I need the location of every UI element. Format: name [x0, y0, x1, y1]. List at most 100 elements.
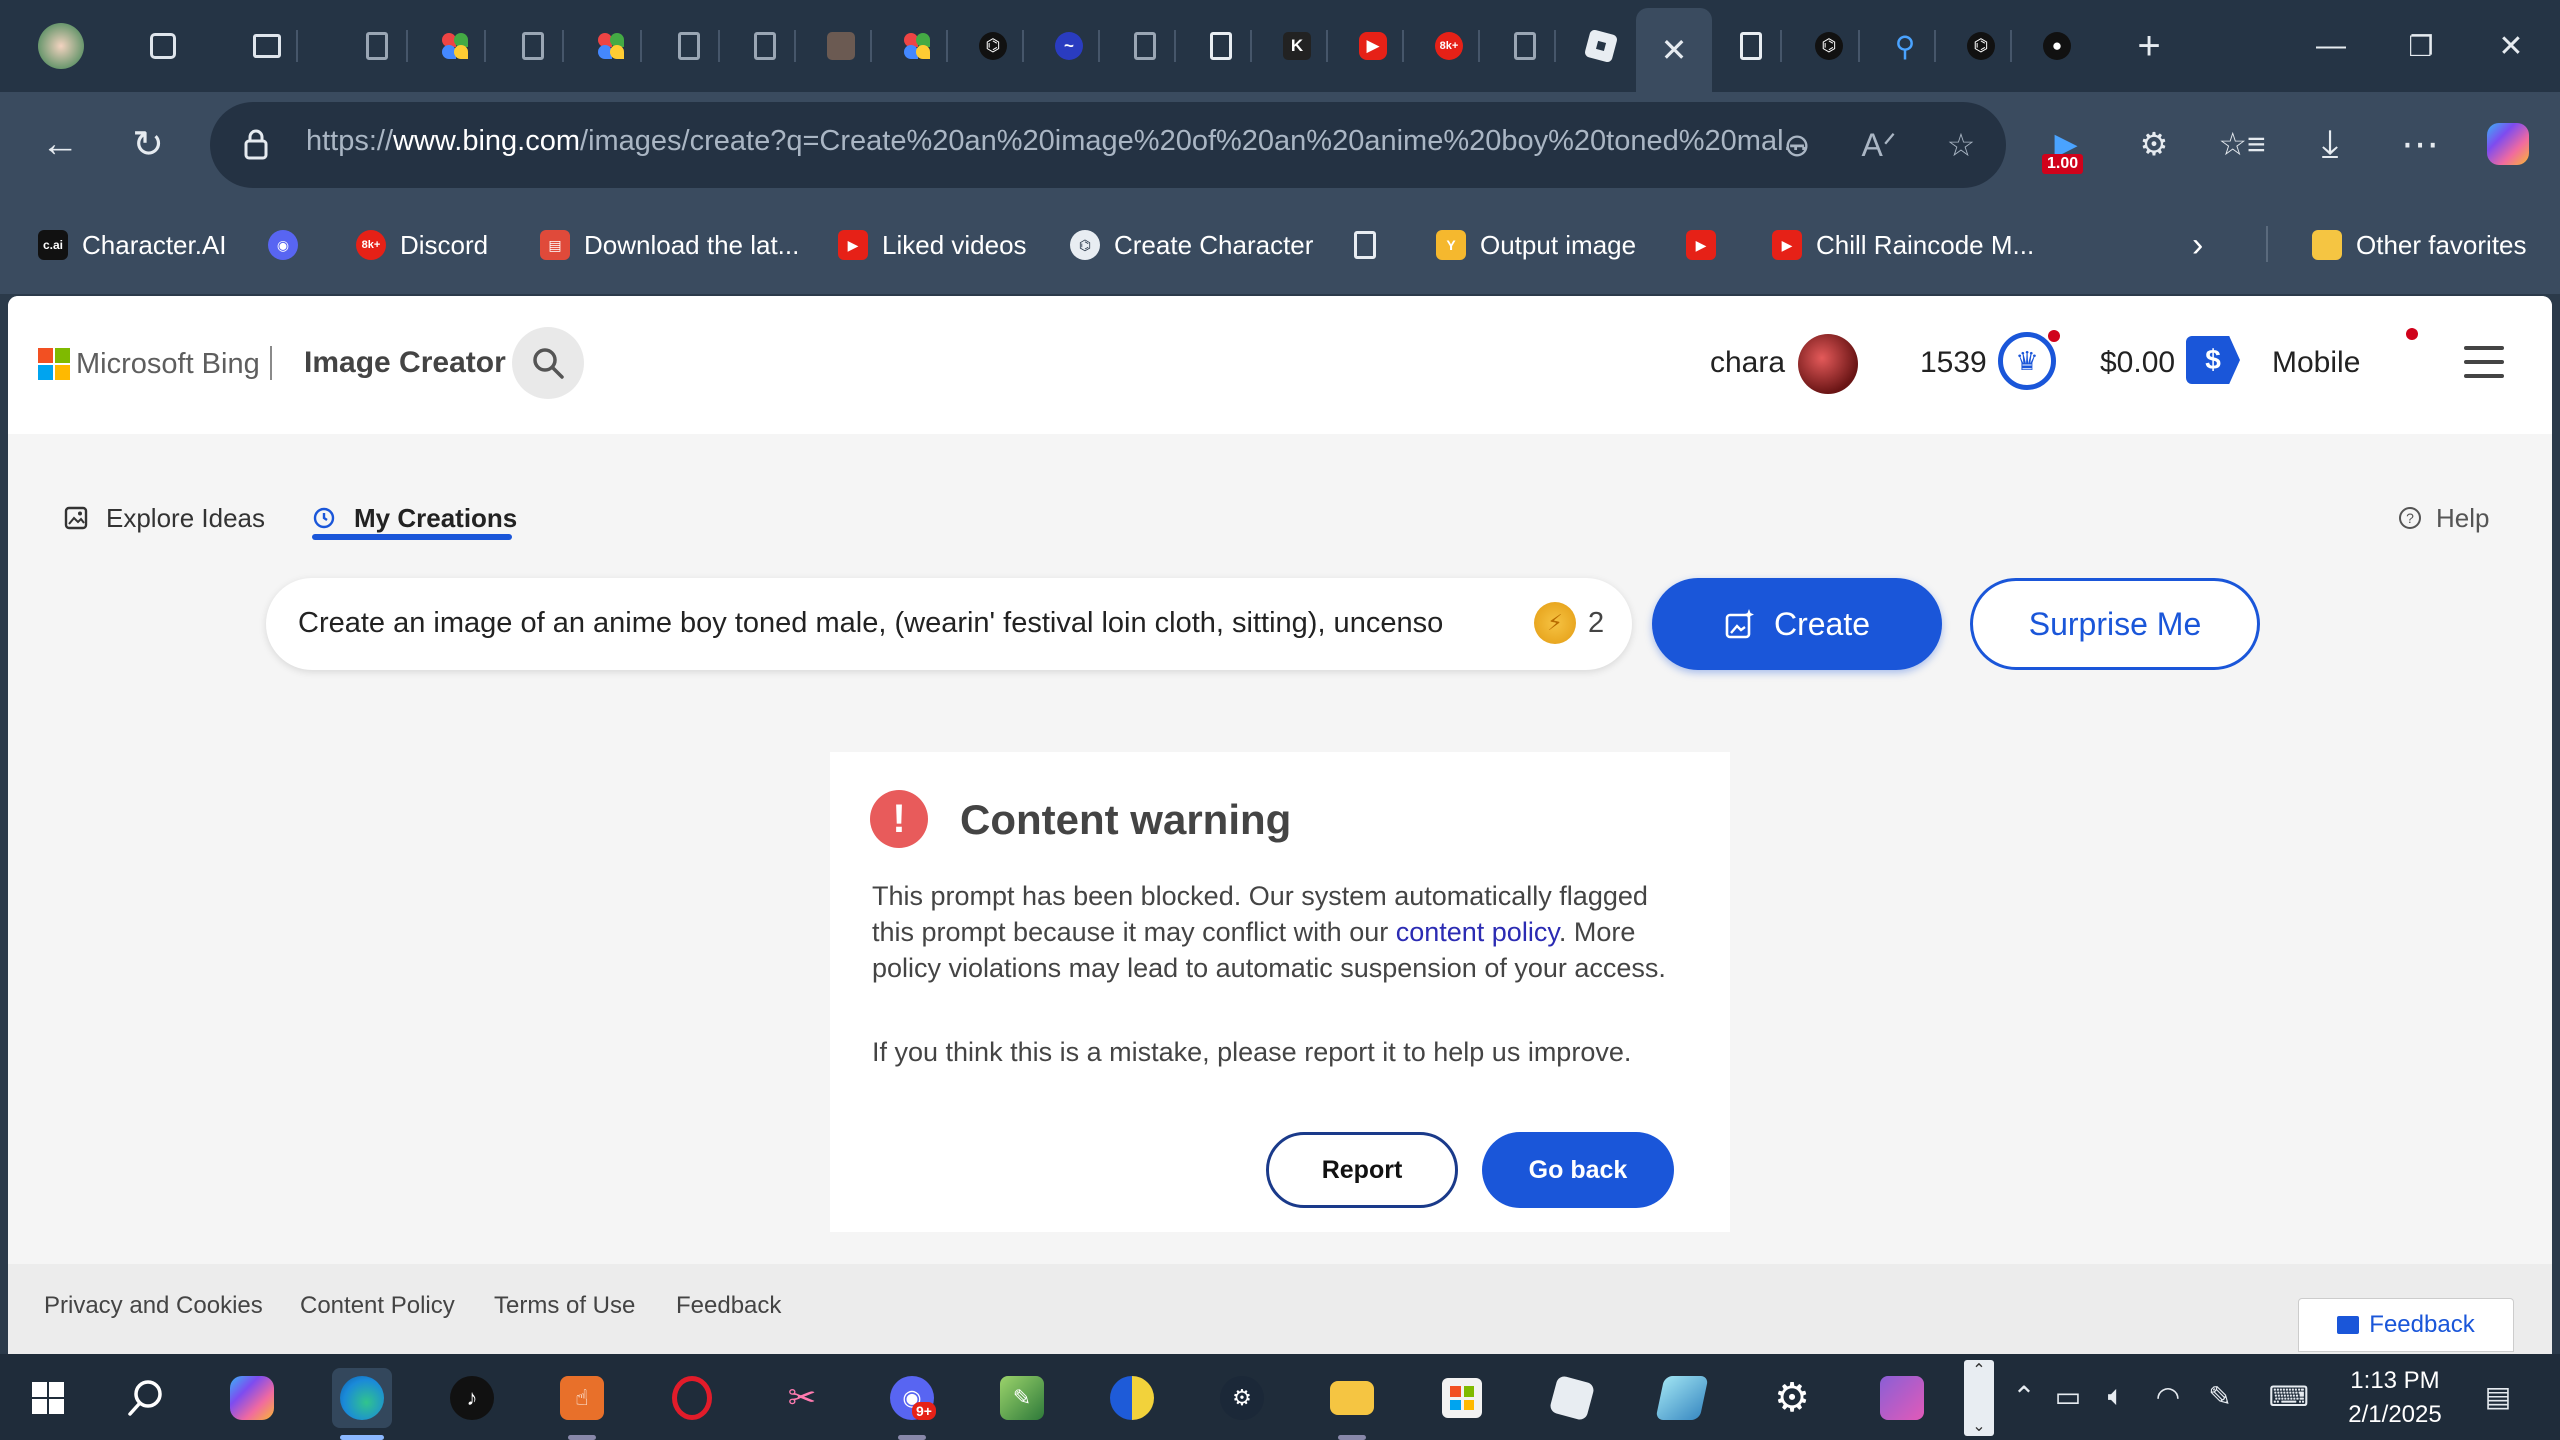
- fav-liked-videos[interactable]: ▶ Liked videos: [838, 222, 1027, 268]
- extensions-button[interactable]: ⚙: [2124, 114, 2184, 174]
- tray-overflow-icon[interactable]: ⌃: [2004, 1376, 2044, 1416]
- tab-15[interactable]: 8k+: [1420, 20, 1480, 72]
- taskbar-clicker[interactable]: ☝: [552, 1368, 612, 1440]
- tab-12[interactable]: [1192, 20, 1252, 72]
- more-button[interactable]: ⋯: [2390, 114, 2450, 174]
- rewards-points[interactable]: 1539: [1920, 346, 1987, 380]
- taskbar-search-button[interactable]: [116, 1368, 176, 1428]
- favorite-star-icon[interactable]: ☆: [1938, 122, 1984, 168]
- read-aloud-icon[interactable]: Aᐟ: [1856, 122, 1902, 168]
- help-link[interactable]: ? Help: [2398, 496, 2489, 540]
- tab-21[interactable]: ⚲: [1876, 20, 1936, 72]
- footer-feedback-link[interactable]: Feedback: [676, 1292, 781, 1320]
- tab-4[interactable]: [582, 20, 642, 72]
- vertical-tabs-button[interactable]: [238, 20, 298, 72]
- tab-16[interactable]: [1496, 20, 1556, 72]
- trophy-icon[interactable]: ♛: [1998, 332, 2056, 390]
- tab-11[interactable]: [1116, 20, 1176, 72]
- tab-19[interactable]: [1722, 20, 1782, 72]
- fav-discord-icon-only[interactable]: ◉: [268, 222, 298, 268]
- user-name[interactable]: chara: [1710, 346, 1785, 380]
- fav-create-character[interactable]: ⌬ Create Character: [1070, 222, 1313, 268]
- fav-output-image[interactable]: Y Output image: [1436, 222, 1636, 268]
- fav-overflow-button[interactable]: ›: [2192, 222, 2203, 268]
- favorites-button[interactable]: ☆≡: [2212, 114, 2272, 174]
- battery-icon[interactable]: ▭: [2048, 1376, 2088, 1416]
- downloads-button[interactable]: ⤓: [2300, 114, 2360, 174]
- tab-14[interactable]: ▶: [1344, 20, 1404, 72]
- start-button[interactable]: [18, 1368, 78, 1428]
- fav-other-favorites[interactable]: Other favorites: [2312, 222, 2527, 268]
- header-search-button[interactable]: [512, 327, 584, 399]
- taskbar-file-explorer[interactable]: [1322, 1368, 1382, 1440]
- extension-button[interactable]: ▶ 1.00: [2036, 114, 2096, 174]
- taskbar-anime-app[interactable]: [1872, 1368, 1932, 1428]
- boost-icon[interactable]: ⚡: [1534, 602, 1576, 644]
- tab-2[interactable]: [426, 20, 486, 72]
- footer-privacy-link[interactable]: Privacy and Cookies: [44, 1292, 263, 1320]
- tab-23[interactable]: ●: [2028, 20, 2086, 72]
- surprise-me-button[interactable]: Surprise Me: [1970, 578, 2260, 670]
- wifi-icon[interactable]: ◠: [2148, 1376, 2188, 1416]
- taskbar-scroll[interactable]: ⌃ ⌄: [1964, 1360, 1994, 1436]
- taskbar-steam[interactable]: ⚙: [1212, 1368, 1272, 1428]
- dollar-icon[interactable]: $: [2186, 336, 2240, 384]
- avatar[interactable]: [1798, 334, 1858, 394]
- tab-explore-ideas[interactable]: Explore Ideas: [64, 496, 265, 540]
- tab-1[interactable]: [348, 20, 408, 72]
- fav-character-ai[interactable]: c.ai Character.AI: [38, 222, 227, 268]
- footer-terms-link[interactable]: Terms of Use: [494, 1292, 635, 1320]
- tab-13[interactable]: K: [1268, 20, 1328, 72]
- clock[interactable]: 1:13 PM 2/1/2025: [2330, 1364, 2460, 1432]
- restore-button[interactable]: ❐: [2376, 20, 2466, 72]
- brand-name[interactable]: Microsoft Bing: [76, 348, 260, 381]
- refresh-button[interactable]: ↻: [118, 114, 178, 174]
- tab-9[interactable]: ⌬: [964, 20, 1024, 72]
- taskbar-photos[interactable]: ✎: [992, 1368, 1052, 1428]
- taskbar-copilot[interactable]: [222, 1368, 282, 1428]
- taskbar-discord[interactable]: ◉ 9+: [882, 1368, 942, 1440]
- prompt-input[interactable]: Create an image of an anime boy toned ma…: [266, 578, 1632, 670]
- tab-17[interactable]: ■: [1572, 20, 1630, 72]
- taskbar-store[interactable]: [1432, 1368, 1492, 1428]
- fav-discord[interactable]: 8k+ Discord: [356, 222, 488, 268]
- taskbar-roblox[interactable]: [1542, 1368, 1602, 1428]
- tab-active[interactable]: ✕: [1636, 8, 1712, 92]
- feedback-button[interactable]: Feedback: [2298, 1298, 2514, 1352]
- new-tab-button[interactable]: +: [2120, 20, 2178, 72]
- tab-20[interactable]: ⌬: [1800, 20, 1860, 72]
- app-name[interactable]: Image Creator: [304, 346, 506, 380]
- close-tab-icon[interactable]: ✕: [1661, 31, 1688, 69]
- tab-6[interactable]: [736, 20, 796, 72]
- create-button[interactable]: Create: [1652, 578, 1942, 670]
- copilot-button[interactable]: [2478, 114, 2538, 174]
- tab-10[interactable]: ~: [1040, 20, 1100, 72]
- taskbar-snipping-tool[interactable]: ✂: [772, 1368, 832, 1428]
- tab-3[interactable]: [504, 20, 564, 72]
- back-button[interactable]: ←: [30, 114, 90, 174]
- go-back-button[interactable]: Go back: [1482, 1132, 1674, 1208]
- content-policy-link[interactable]: content policy: [1396, 917, 1559, 947]
- zoom-icon[interactable]: ⊖: [1774, 122, 1820, 168]
- tab-7[interactable]: [812, 20, 872, 72]
- tab-5[interactable]: [660, 20, 720, 72]
- minimize-button[interactable]: —: [2286, 20, 2376, 72]
- money-balance[interactable]: $0.00: [2100, 346, 2175, 380]
- microsoft-logo-icon[interactable]: [38, 348, 70, 380]
- prompt-text[interactable]: Create an image of an anime boy toned ma…: [298, 607, 1508, 640]
- taskbar-tiktok[interactable]: ♪: [442, 1368, 502, 1428]
- taskbar-game[interactable]: [1102, 1368, 1162, 1428]
- tab-22[interactable]: ⌬: [1952, 20, 2012, 72]
- taskbar-settings[interactable]: ⚙: [1762, 1368, 1822, 1428]
- close-window-button[interactable]: ✕: [2466, 20, 2556, 72]
- fav-document[interactable]: [1354, 222, 1376, 268]
- volume-icon[interactable]: 🔈︎: [2096, 1376, 2136, 1416]
- notifications-icon[interactable]: ▤: [2474, 1376, 2522, 1416]
- address-bar[interactable]: https://www.bing.com/images/create?q=Cre…: [210, 102, 2006, 188]
- mobile-link[interactable]: Mobile: [2272, 346, 2360, 380]
- profile-avatar[interactable]: [32, 20, 90, 72]
- taskbar-opera[interactable]: [662, 1368, 722, 1428]
- footer-content-policy-link[interactable]: Content Policy: [300, 1292, 455, 1320]
- fav-youtube[interactable]: ▶: [1686, 222, 1716, 268]
- keyboard-icon[interactable]: ⌨: [2264, 1376, 2314, 1416]
